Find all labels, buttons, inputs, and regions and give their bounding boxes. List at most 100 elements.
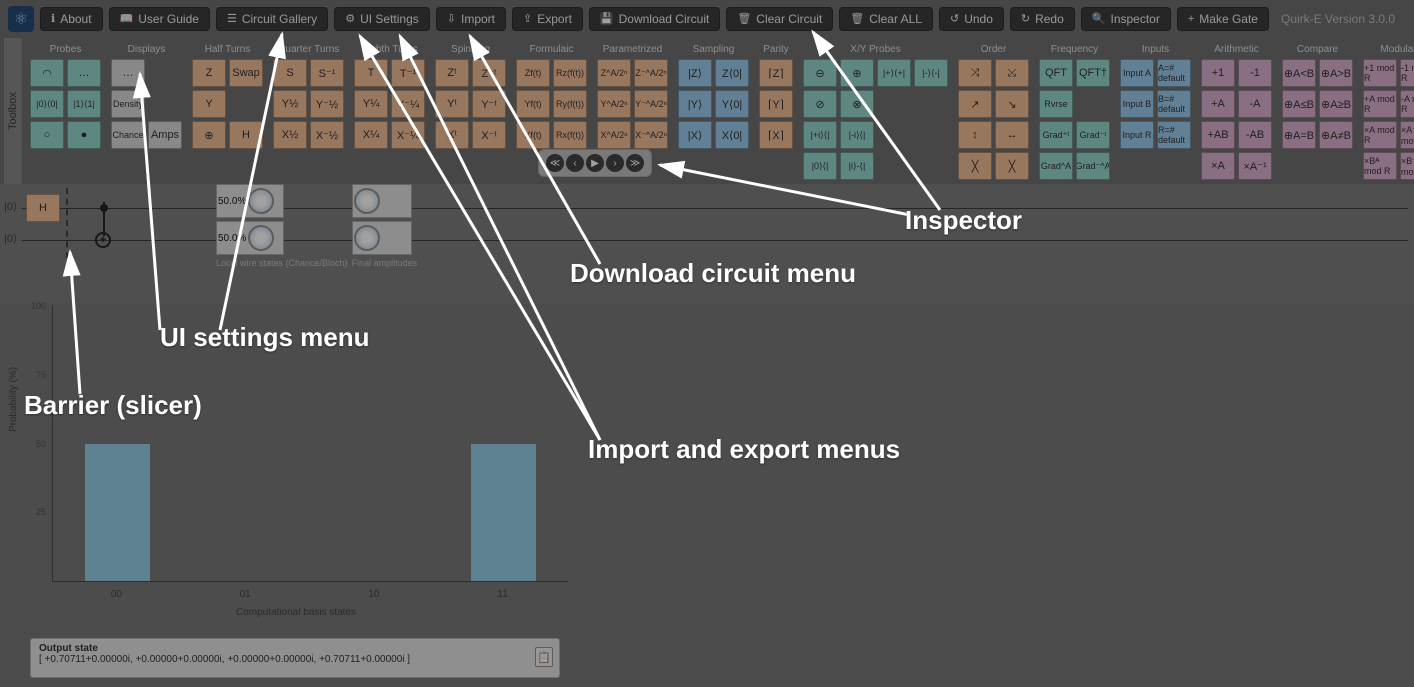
gate-tile[interactable]: Input A — [1120, 59, 1154, 87]
gate-tile[interactable]: |X⟩ — [678, 121, 712, 149]
gate-tile[interactable]: Y⟨0| — [715, 90, 749, 118]
circuit-canvas[interactable]: |0⟩ H |0⟩ + 50.0% 50.0% Local wire state… — [0, 184, 1414, 304]
gate-tile[interactable]: |0⟩⟨0| — [30, 90, 64, 118]
chance-bloch-q0[interactable]: 50.0% — [216, 184, 284, 218]
gate-tile[interactable]: ↔ — [995, 121, 1029, 149]
copy-output-button[interactable]: 📋 — [535, 647, 553, 667]
gate-tile[interactable]: Swap — [229, 59, 263, 87]
gate-tile[interactable]: Rvrse — [1039, 90, 1073, 118]
gate-tile[interactable]: Amps — [148, 121, 182, 149]
gate-tile[interactable]: X⁻¼ — [391, 121, 425, 149]
gate-tile[interactable]: X⟨0| — [715, 121, 749, 149]
gate-tile[interactable]: ⊗ — [840, 90, 874, 118]
gate-tile[interactable]: Y⁻½ — [310, 90, 344, 118]
gate-tile[interactable]: ×Bᴬ mod R — [1363, 152, 1397, 180]
gate-tile[interactable]: ⊕A≤B — [1282, 90, 1316, 118]
gate-tile[interactable]: ⊕A<B — [1282, 59, 1316, 87]
gate-tile[interactable]: ×A — [1201, 152, 1235, 180]
gate-tile[interactable]: ⊕ — [192, 121, 226, 149]
gate-tile[interactable]: ↕ — [958, 121, 992, 149]
amp-display-q0[interactable] — [352, 184, 412, 218]
gate-tile[interactable]: ×A mod R — [1363, 121, 1397, 149]
gate-tile[interactable]: X¼ — [354, 121, 388, 149]
gate-tile[interactable]: Yᵗ — [435, 90, 469, 118]
gate-tile[interactable]: Rx(f(t)) — [553, 121, 587, 149]
gate-tile[interactable]: Yf(t) — [516, 90, 550, 118]
gate-tile[interactable]: ⤨ — [958, 59, 992, 87]
gate-tile[interactable]: ╳ — [958, 152, 992, 180]
redo-button[interactable]: ↻Redo — [1010, 7, 1075, 31]
gate-tile[interactable]: X^A/2ⁿ — [597, 121, 631, 149]
gate-tile[interactable]: ×A⁻¹ — [1238, 152, 1272, 180]
gate-tile[interactable]: Xᵗ — [435, 121, 469, 149]
gate-tile[interactable]: ⊕A=B — [1282, 121, 1316, 149]
gate-tile[interactable]: Density — [111, 90, 145, 118]
download-circuit-button[interactable]: 💾Download Circuit — [589, 7, 720, 31]
user-guide-button[interactable]: 📖User Guide — [109, 7, 210, 31]
gate-tile[interactable]: ↘ — [995, 90, 1029, 118]
gate-tile[interactable]: X⁻ᵗ — [472, 121, 506, 149]
gate-tile[interactable]: … — [111, 59, 145, 87]
gate-tile[interactable]: ⊘ — [803, 90, 837, 118]
gate-tile[interactable]: Ry(f(t)) — [553, 90, 587, 118]
gate-tile[interactable]: |Z⟩ — [678, 59, 712, 87]
chance-bloch-q1[interactable]: 50.0% — [216, 221, 284, 255]
clear-circuit-button[interactable]: 🗑Clear Circuit — [726, 7, 833, 31]
gate-tile[interactable]: T — [354, 59, 388, 87]
gate-tile[interactable]: S⁻¹ — [310, 59, 344, 87]
gate-tile[interactable]: A=# default — [1157, 59, 1191, 87]
gate-tile[interactable]: Y½ — [273, 90, 307, 118]
gate-tile[interactable]: ⊕A≥B — [1319, 90, 1353, 118]
gate-tile[interactable]: Zᵗ — [435, 59, 469, 87]
gate-tile[interactable]: ×A⁻¹ mod R — [1400, 121, 1414, 149]
gate-tile[interactable]: Z⟨0| — [715, 59, 749, 87]
gate-tile[interactable]: X⁻^A/2ⁿ — [634, 121, 668, 149]
circuit-gallery-button[interactable]: ☰Circuit Gallery — [216, 7, 328, 31]
clear-all-button[interactable]: 🗑Clear ALL — [839, 7, 933, 31]
gate-tile[interactable]: ⌈X⌉ — [759, 121, 793, 149]
gate-tile[interactable]: Y⁻^A/2ⁿ — [634, 90, 668, 118]
gate-tile[interactable]: Z⁻ᵗ — [472, 59, 506, 87]
gate-tile[interactable]: ⌈Z⌉ — [759, 59, 793, 87]
gate-tile[interactable]: Y — [192, 90, 226, 118]
playback-step-back[interactable]: ‹ — [566, 154, 584, 172]
gate-tile[interactable]: ◠ — [30, 59, 64, 87]
gate-tile[interactable]: +A — [1201, 90, 1235, 118]
undo-button[interactable]: ↺Undo — [939, 7, 1004, 31]
gate-tile[interactable]: Y¼ — [354, 90, 388, 118]
gate-tile[interactable]: Y^A/2ⁿ — [597, 90, 631, 118]
gate-tile[interactable]: +A mod R — [1363, 90, 1397, 118]
gate-tile[interactable]: H — [229, 121, 263, 149]
gate-tile[interactable]: ⤩ — [995, 59, 1029, 87]
playback-fwd-full[interactable]: ≫ — [626, 154, 644, 172]
gate-tile[interactable]: Zf(t) — [516, 59, 550, 87]
playback-step-fwd[interactable]: › — [606, 154, 624, 172]
gate-tile[interactable]: S — [273, 59, 307, 87]
gate-tile[interactable]: Y⁻¼ — [391, 90, 425, 118]
gate-tile[interactable]: ● — [67, 121, 101, 149]
gate-tile[interactable]: Grad⁻ᵗ — [1076, 121, 1110, 149]
gate-tile[interactable]: +1 — [1201, 59, 1235, 87]
gate-tile[interactable]: B=# default — [1157, 90, 1191, 118]
gate-tile[interactable]: ⊕A≠B — [1319, 121, 1353, 149]
gate-tile[interactable]: Grad⁻^A — [1076, 152, 1110, 180]
gate-tile[interactable]: Input R — [1120, 121, 1154, 149]
gate-tile[interactable]: ⊖ — [803, 59, 837, 87]
gate-tile[interactable]: ⊕A>B — [1319, 59, 1353, 87]
gate-tile[interactable]: |+⟩⟨+| — [877, 59, 911, 87]
gate-tile[interactable]: R=# default — [1157, 121, 1191, 149]
gate-tile[interactable]: Grad⁺ᵗ — [1039, 121, 1073, 149]
about-button[interactable]: ℹAbout — [40, 7, 103, 31]
gate-tile[interactable]: -A — [1238, 90, 1272, 118]
gate-tile[interactable]: ↗ — [958, 90, 992, 118]
gate-tile[interactable]: |0⟩⟨| — [803, 152, 837, 180]
h-gate-wire0[interactable]: H — [26, 194, 60, 222]
gate-tile[interactable]: QFT† — [1076, 59, 1110, 87]
gate-tile[interactable]: T⁻¹ — [391, 59, 425, 87]
gate-tile[interactable]: Z — [192, 59, 226, 87]
gate-tile[interactable]: X½ — [273, 121, 307, 149]
gate-tile[interactable]: +AB — [1201, 121, 1235, 149]
app-logo[interactable]: ⚛ — [8, 6, 34, 32]
gate-tile[interactable]: |i⟩-⟨| — [840, 152, 874, 180]
gate-tile[interactable]: |Y⟩ — [678, 90, 712, 118]
